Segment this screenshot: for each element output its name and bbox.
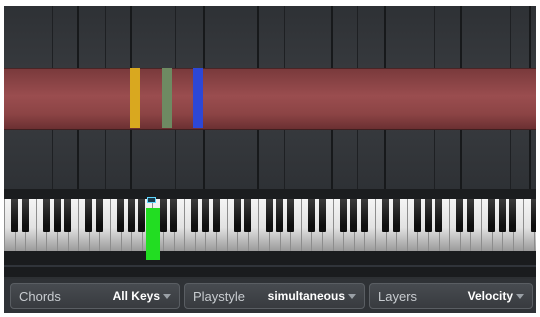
- black-key[interactable]: [531, 199, 536, 232]
- black-key[interactable]: [467, 199, 474, 232]
- playstyle-label: Playstyle: [193, 288, 246, 304]
- chords-value: All Keys: [112, 289, 160, 303]
- black-key[interactable]: [382, 199, 389, 232]
- layers-selector[interactable]: Layers Velocity: [369, 283, 533, 309]
- dropdown-arrow-icon: [348, 294, 356, 299]
- chord-bar-blue[interactable]: [193, 68, 203, 128]
- black-key[interactable]: [213, 199, 220, 232]
- white-key-divider: [110, 199, 111, 251]
- chord-row-band: [4, 68, 536, 130]
- black-key[interactable]: [160, 199, 167, 232]
- black-key[interactable]: [85, 199, 92, 232]
- black-key[interactable]: [234, 199, 241, 232]
- black-key[interactable]: [287, 199, 294, 232]
- black-key[interactable]: [456, 199, 463, 232]
- chord-bar-yellow[interactable]: [130, 68, 140, 128]
- black-key[interactable]: [11, 199, 18, 232]
- black-key[interactable]: [244, 199, 251, 232]
- white-key-divider: [333, 199, 334, 251]
- control-bar: Chords All Keys Playstyle simultaneous L…: [4, 279, 536, 313]
- black-key[interactable]: [340, 199, 347, 232]
- black-key[interactable]: [425, 199, 432, 232]
- keyboard-divider: [4, 265, 536, 267]
- white-key-divider: [4, 199, 5, 251]
- black-key[interactable]: [202, 199, 209, 232]
- black-key[interactable]: [43, 199, 50, 232]
- black-key[interactable]: [117, 199, 124, 232]
- black-key[interactable]: [22, 199, 29, 232]
- keyboard-top-strip: [4, 189, 536, 199]
- white-key-divider: [258, 199, 259, 251]
- black-key[interactable]: [276, 199, 283, 232]
- chords-selector[interactable]: Chords All Keys: [10, 283, 180, 309]
- white-key-divider: [375, 199, 376, 251]
- playstyle-value: simultaneous: [267, 289, 345, 303]
- black-key[interactable]: [64, 199, 71, 232]
- playstyle-selector[interactable]: Playstyle simultaneous: [184, 283, 365, 309]
- black-key[interactable]: [138, 199, 145, 232]
- layers-value: Velocity: [467, 289, 513, 303]
- white-key-divider: [227, 199, 228, 251]
- black-key[interactable]: [170, 199, 177, 232]
- white-key-divider: [301, 199, 302, 251]
- black-key[interactable]: [414, 199, 421, 232]
- chord-bar-green[interactable]: [162, 68, 172, 128]
- piano-keyboard[interactable]: [4, 199, 536, 251]
- black-key[interactable]: [361, 199, 368, 232]
- white-key-divider: [36, 199, 37, 251]
- black-key[interactable]: [488, 199, 495, 232]
- black-key[interactable]: [509, 199, 516, 232]
- black-key[interactable]: [393, 199, 400, 232]
- current-key-marker: [147, 197, 156, 203]
- white-key-divider: [407, 199, 408, 251]
- black-key[interactable]: [350, 199, 357, 232]
- black-key[interactable]: [319, 199, 326, 232]
- chord-pads-panel: Chords All Keys Playstyle simultaneous L…: [4, 6, 536, 313]
- white-key-divider: [449, 199, 450, 251]
- black-key[interactable]: [308, 199, 315, 232]
- white-key-divider: [481, 199, 482, 251]
- keyboard-bottom-strip: [4, 251, 536, 277]
- dropdown-arrow-icon: [163, 294, 171, 299]
- black-key[interactable]: [191, 199, 198, 232]
- white-key-divider: [78, 199, 79, 251]
- black-key[interactable]: [54, 199, 61, 232]
- black-key[interactable]: [128, 199, 135, 232]
- black-key[interactable]: [266, 199, 273, 232]
- layers-label: Layers: [378, 288, 418, 304]
- chords-label: Chords: [19, 288, 61, 304]
- dropdown-arrow-icon: [516, 294, 524, 299]
- black-key[interactable]: [435, 199, 442, 232]
- pressed-key-highlight: [146, 208, 160, 260]
- white-key-divider: [184, 199, 185, 251]
- black-key[interactable]: [499, 199, 506, 232]
- white-key-divider: [523, 199, 524, 251]
- black-key[interactable]: [96, 199, 103, 232]
